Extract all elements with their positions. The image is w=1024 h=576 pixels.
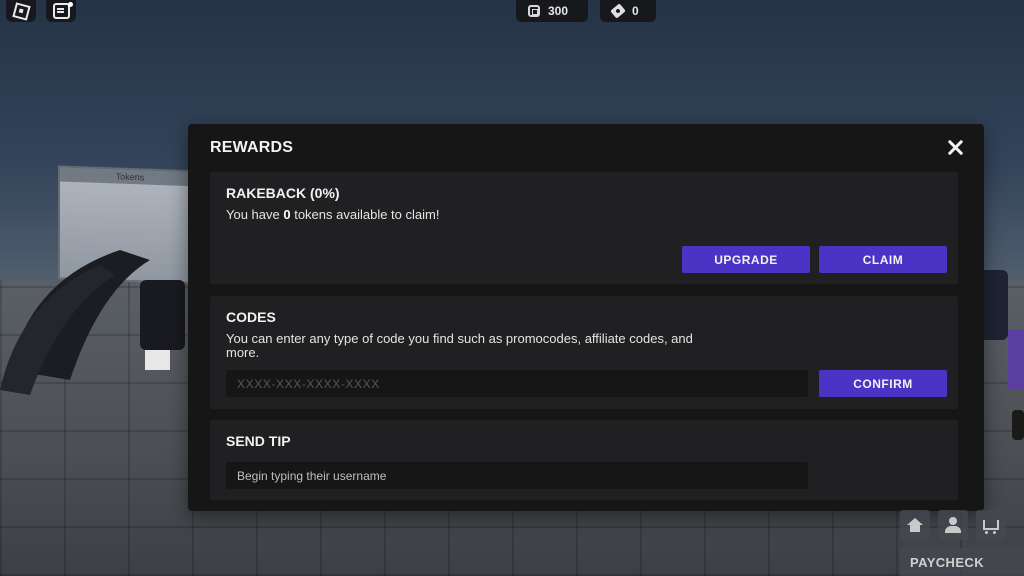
ticket-icon: [610, 3, 626, 19]
shop-button[interactable]: [976, 510, 1006, 540]
rakeback-description: You have 0 tokens available to claim!: [226, 207, 440, 222]
game-viewport: Tokens 300 0 REWARDS RAKEBACK (0%) You h…: [0, 0, 1024, 576]
upgrade-button[interactable]: UPGRADE: [682, 246, 810, 273]
cart-icon: [983, 520, 999, 534]
token-count: 0: [283, 207, 291, 222]
codes-title: CODES: [226, 309, 276, 325]
code-input[interactable]: [226, 370, 808, 397]
close-icon[interactable]: [944, 136, 968, 160]
claim-button[interactable]: CLAIM: [819, 246, 947, 273]
robux-icon: [528, 5, 540, 17]
background-character: [0, 250, 185, 395]
tickets-balance[interactable]: 0: [600, 0, 656, 22]
confirm-button[interactable]: CONFIRM: [819, 370, 947, 397]
background-object-purple: [1008, 330, 1024, 390]
rakeback-section: RAKEBACK (0%) You have 0 tokens availabl…: [210, 172, 958, 284]
codes-section: CODES You can enter any type of code you…: [210, 296, 958, 409]
robux-balance[interactable]: 300: [516, 0, 588, 22]
send-tip-section: SEND TIP: [210, 420, 958, 500]
send-tip-title: SEND TIP: [226, 433, 291, 449]
profile-icon: [945, 517, 961, 533]
home-button[interactable]: [900, 510, 930, 540]
codes-description: You can enter any type of code you find …: [226, 331, 693, 360]
rakeback-title: RAKEBACK (0%): [226, 185, 340, 201]
tickets-amount: 0: [632, 4, 639, 18]
paycheck-bar[interactable]: PAYCHECK: [900, 548, 1024, 576]
roblox-menu-icon: [11, 1, 31, 21]
username-input[interactable]: [226, 462, 808, 489]
roblox-menu-button[interactable]: [6, 0, 36, 22]
chat-notification-dot: [68, 2, 73, 7]
rewards-title: REWARDS: [210, 139, 294, 156]
profile-button[interactable]: [938, 510, 968, 540]
home-icon: [907, 517, 923, 532]
robux-amount: 300: [548, 4, 569, 18]
chat-button[interactable]: [46, 0, 76, 22]
rewards-modal: REWARDS RAKEBACK (0%) You have 0 tokens …: [188, 124, 984, 511]
background-sign-header: Tokens: [60, 167, 200, 187]
chat-icon: [52, 3, 70, 19]
background-object-dark: [1012, 410, 1024, 440]
